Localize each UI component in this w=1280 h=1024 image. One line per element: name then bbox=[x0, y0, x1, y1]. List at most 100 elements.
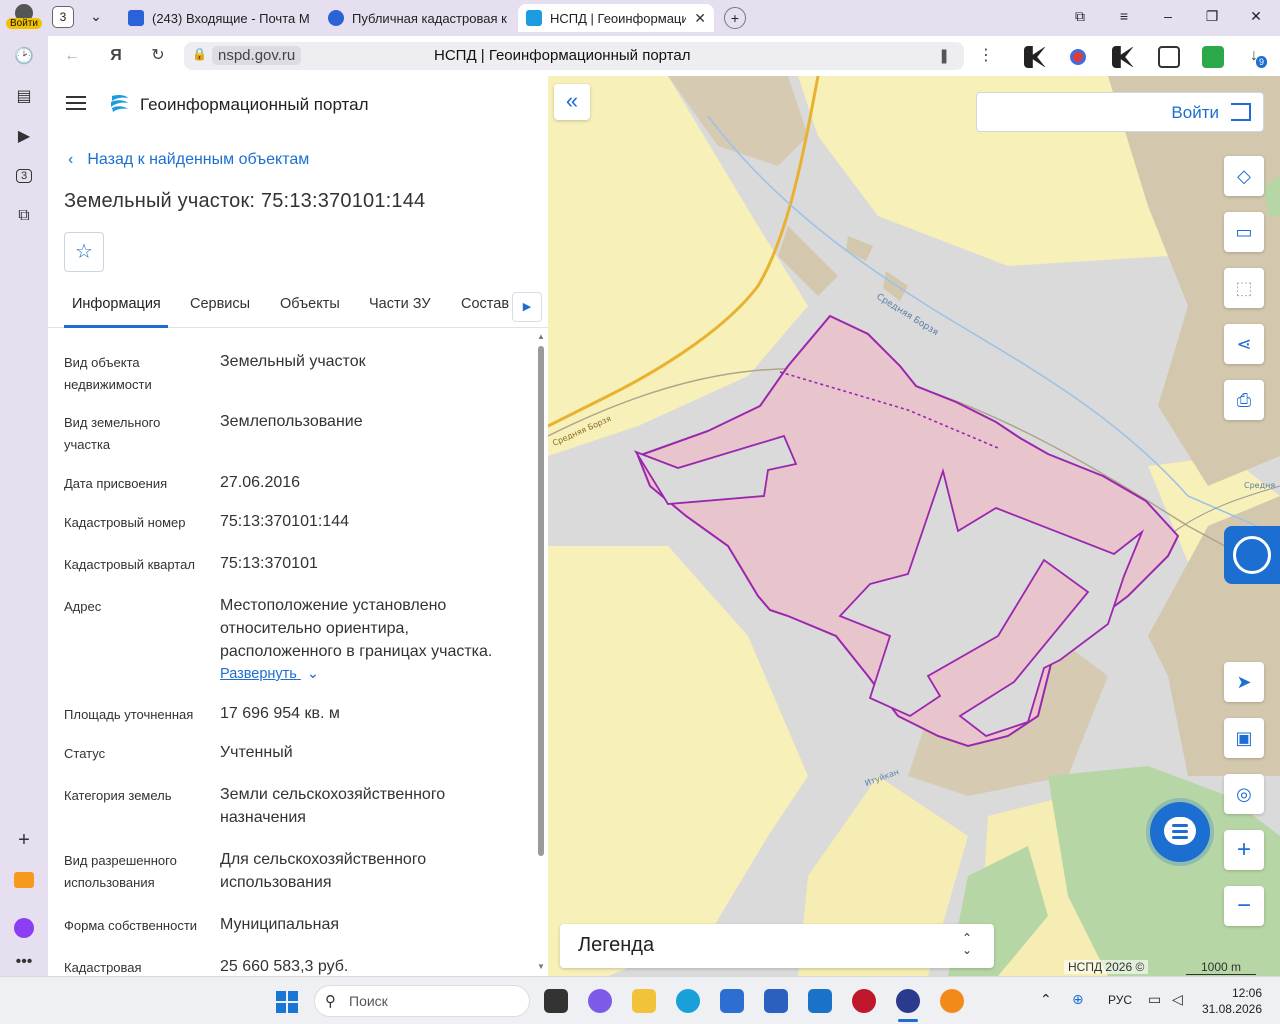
nspd-widget-button[interactable] bbox=[1224, 526, 1280, 584]
menu-hamburger-icon[interactable] bbox=[66, 96, 86, 110]
history-icon[interactable]: 🕑 bbox=[10, 42, 38, 70]
alice-icon[interactable] bbox=[10, 914, 38, 942]
copilot-icon[interactable] bbox=[588, 989, 612, 1013]
tab-parts[interactable]: Части ЗУ bbox=[369, 296, 431, 312]
tab-nspd[interactable]: НСПД | Геоинформаци ✕ bbox=[518, 4, 714, 32]
prop-label: Статус bbox=[64, 746, 106, 761]
legend-panel[interactable]: Легенда ⌃ ⌄ bbox=[560, 924, 994, 968]
print-button[interactable]: ⎙ bbox=[1224, 380, 1264, 420]
prop-value: Муниципальная bbox=[220, 916, 340, 933]
close-window-icon[interactable]: ✕ bbox=[1246, 8, 1266, 25]
language-indicator[interactable]: РУС bbox=[1108, 993, 1132, 1007]
login-button[interactable]: Войти bbox=[976, 92, 1264, 132]
print-icon: ⎙ bbox=[1236, 390, 1252, 410]
address-bar: ← Я ↻ 🔒 nspd.gov.ru НСПД | Геоинформацио… bbox=[48, 36, 1280, 76]
media-app-icon[interactable] bbox=[852, 989, 876, 1013]
expand-collapse-icon: ⌃ ⌄ bbox=[961, 931, 972, 957]
search-location-button[interactable]: ◎ bbox=[1224, 774, 1264, 814]
downloads-icon[interactable]: ↓ 9 bbox=[1244, 46, 1268, 68]
edge-icon[interactable] bbox=[676, 989, 700, 1013]
river-label-3: Средня bbox=[1244, 481, 1275, 490]
tab-composition[interactable]: Состав bbox=[461, 296, 509, 312]
minimap-button[interactable]: ▣ bbox=[1224, 718, 1264, 758]
reload-icon[interactable]: ↻ bbox=[148, 46, 168, 66]
prop-label: Дата присвоения bbox=[64, 476, 168, 491]
store-icon[interactable] bbox=[720, 989, 744, 1013]
extension-k-icon[interactable] bbox=[1024, 46, 1046, 68]
outlook-icon[interactable] bbox=[808, 989, 832, 1013]
prop-label: Вид объекта недвижимости bbox=[64, 355, 152, 392]
tab-objects[interactable]: Объекты bbox=[280, 296, 340, 312]
locate-button[interactable]: ➤ bbox=[1224, 662, 1264, 702]
word-icon[interactable] bbox=[764, 989, 788, 1013]
prop-value: Учтенный bbox=[220, 744, 293, 761]
extension-circle-icon[interactable] bbox=[1070, 49, 1086, 65]
layers-button[interactable]: ◇ bbox=[1224, 156, 1264, 196]
chat-button[interactable] bbox=[1150, 802, 1210, 862]
prop-label: Кадастровая bbox=[64, 960, 142, 975]
area-select-button[interactable]: ⬚ bbox=[1224, 268, 1264, 308]
mail-app-icon[interactable] bbox=[10, 866, 38, 894]
profile-button[interactable]: Войти bbox=[6, 4, 42, 34]
zoom-in-button[interactable]: + bbox=[1224, 830, 1264, 870]
extension-green-icon[interactable] bbox=[1202, 46, 1224, 68]
expand-address-link[interactable]: Развернуть ⌄ bbox=[220, 666, 319, 682]
add-icon[interactable]: + bbox=[10, 826, 38, 854]
tray-expand-icon[interactable]: ⌃ bbox=[1040, 991, 1052, 1008]
extension-k2-icon[interactable] bbox=[1112, 46, 1134, 68]
file-explorer-icon[interactable] bbox=[632, 989, 656, 1013]
prop-label: Адрес bbox=[64, 599, 102, 614]
favorite-star-button[interactable]: ☆ bbox=[64, 232, 104, 272]
tab-mail[interactable]: (243) Входящие - Почта М bbox=[120, 4, 316, 32]
tabs-scroll-right-button[interactable]: ▶ bbox=[512, 292, 542, 322]
share-button[interactable]: ⋖ bbox=[1224, 324, 1264, 364]
prop-label: Площадь уточненная bbox=[64, 707, 194, 722]
collapse-panel-button[interactable]: « bbox=[554, 84, 590, 120]
url-field[interactable]: 🔒 nspd.gov.ru НСПД | Геоинформационный п… bbox=[184, 42, 964, 70]
tab-cadastral[interactable]: Публичная кадастровая к bbox=[320, 4, 516, 32]
menu-icon[interactable]: ≡ bbox=[1114, 8, 1134, 24]
extension-puzzle-icon[interactable] bbox=[1158, 46, 1180, 68]
minimap-icon: ▣ bbox=[1235, 728, 1253, 748]
volume-icon[interactable]: ◁ bbox=[1172, 991, 1183, 1008]
prop-label: Форма собственности bbox=[64, 918, 198, 933]
collections-tab-icon[interactable]: ⧉ bbox=[1070, 8, 1090, 25]
rail-badge[interactable]: 3 bbox=[10, 162, 38, 190]
new-tab-icon[interactable]: + bbox=[724, 7, 746, 29]
back-to-results-link[interactable]: ‹ Назад к найденным объектам bbox=[68, 151, 309, 169]
minimize-icon[interactable]: – bbox=[1158, 8, 1178, 24]
map-view[interactable]: Средняя Борзя Средняя Борзя Средня Итуйк… bbox=[548, 76, 1280, 976]
back-icon[interactable]: ← bbox=[62, 46, 82, 66]
tab-information[interactable]: Информация bbox=[72, 296, 161, 312]
more-options-icon[interactable]: ⋮ bbox=[976, 46, 996, 66]
yandex-icon[interactable]: Я bbox=[106, 46, 126, 66]
panel-scrollbar[interactable]: ▲ ▼ bbox=[536, 332, 546, 972]
object-info-panel: Геоинформационный портал ‹ Назад к найден… bbox=[48, 76, 548, 976]
bookmark-icon[interactable]: ❚ bbox=[938, 47, 950, 64]
tab-services[interactable]: Сервисы bbox=[190, 296, 250, 312]
taskbar-search[interactable]: ⚲ Поиск bbox=[314, 985, 530, 1017]
scroll-up-icon[interactable]: ▲ bbox=[536, 332, 546, 341]
restore-icon[interactable]: ❐ bbox=[1202, 8, 1222, 25]
collections-icon[interactable]: ▤ bbox=[10, 82, 38, 110]
prop-value: Земельный участок bbox=[220, 353, 366, 370]
tray-app-icon[interactable]: ⊕ bbox=[1072, 991, 1084, 1008]
clock[interactable]: 12:06 31.08.2026 bbox=[1196, 985, 1262, 1017]
scroll-thumb[interactable] bbox=[538, 346, 544, 856]
more-icon[interactable]: ••• bbox=[10, 948, 38, 976]
start-button[interactable] bbox=[276, 991, 298, 1013]
music-app-icon[interactable] bbox=[940, 989, 964, 1013]
yandex-browser-icon[interactable] bbox=[896, 989, 920, 1013]
play-icon[interactable]: ▶ bbox=[10, 122, 38, 150]
network-icon[interactable]: ▭ bbox=[1148, 991, 1161, 1008]
scroll-down-icon[interactable]: ▼ bbox=[536, 962, 546, 971]
measure-button[interactable]: ▭ bbox=[1224, 212, 1264, 252]
login-icon bbox=[1231, 103, 1251, 121]
tabs-dropdown-icon[interactable]: ⌄ bbox=[86, 8, 106, 25]
task-view-icon[interactable] bbox=[544, 989, 568, 1013]
close-tab-icon[interactable]: ✕ bbox=[694, 10, 706, 27]
zoom-out-button[interactable]: − bbox=[1224, 886, 1264, 926]
prop-label: Вид разрешенного использования bbox=[64, 853, 177, 890]
screenshot-icon[interactable]: ⧉ bbox=[10, 202, 38, 230]
tab-count[interactable]: 3 bbox=[52, 6, 74, 28]
